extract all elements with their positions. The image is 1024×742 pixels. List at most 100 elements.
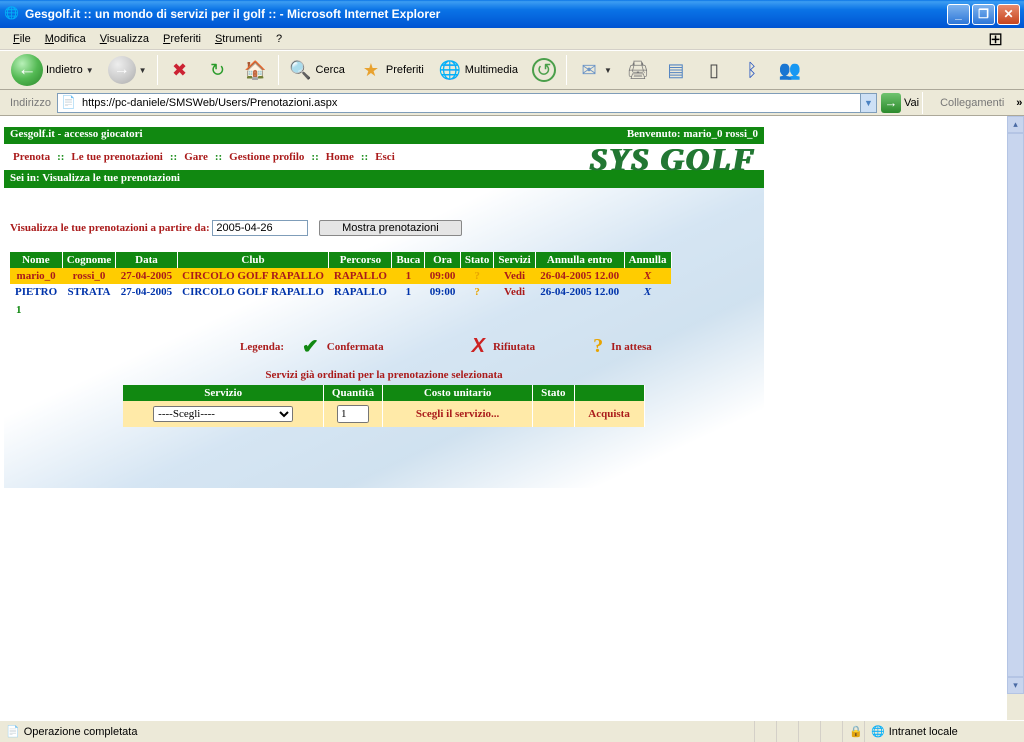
question-icon: ? (593, 335, 603, 358)
window-titlebar: 🌐 Gesgolf.it :: un mondo di servizi per … (0, 0, 1024, 28)
mail-dropdown-icon[interactable]: ▼ (604, 66, 612, 75)
nav-home[interactable]: Home (326, 151, 354, 163)
back-arrow-icon: ← (11, 54, 43, 86)
windows-logo-icon: ⊞ (988, 29, 1018, 49)
address-label: Indirizzo (4, 97, 57, 109)
vedi-link[interactable]: Vedi (494, 268, 535, 284)
acquista-link[interactable]: Acquista (574, 401, 644, 427)
menu-modifica[interactable]: Modifica (38, 31, 93, 47)
pager[interactable]: 1 (10, 300, 758, 320)
close-button[interactable]: ✕ (997, 4, 1020, 25)
status-empty-cell (776, 721, 798, 742)
table-row[interactable]: mario_0 rossi_0 27-04-2005 CIRCOLO GOLF … (10, 268, 671, 284)
nav-prenota[interactable]: Prenota (13, 151, 50, 163)
maximize-button[interactable]: ❐ (972, 4, 995, 25)
home-button[interactable]: 🏠 (238, 55, 274, 85)
scroll-thumb[interactable] (1007, 133, 1024, 677)
status-pending-icon: ? (460, 284, 493, 300)
header-left: Gesgolf.it - accesso giocatori (10, 128, 143, 143)
services-title: Servizi già ordinati per la prenotazione… (100, 369, 668, 381)
bluetooth-button[interactable]: ᛒ (734, 55, 770, 85)
legend-confermata: Confermata (327, 341, 384, 353)
star-icon: ★ (359, 58, 383, 82)
filter-label: Visualizza le tue prenotazioni a partire… (10, 222, 210, 234)
go-arrow-icon: → (881, 93, 901, 113)
vedi-link[interactable]: Vedi (494, 284, 535, 300)
messenger-icon: 👥 (778, 58, 802, 82)
messenger-button[interactable]: 👥 (772, 55, 808, 85)
address-input[interactable] (80, 96, 860, 110)
menu-strumenti[interactable]: Strumenti (208, 31, 269, 47)
window-title: Gesgolf.it :: un mondo di servizi per il… (25, 7, 440, 21)
links-chevron-icon[interactable]: » (1016, 97, 1022, 109)
col-annulla: Annulla (624, 252, 671, 268)
menu-bar: File Modifica Visualizza Preferiti Strum… (0, 28, 1024, 50)
page-icon: 📄 (61, 95, 77, 111)
mail-button[interactable]: ✉ ▼ (571, 55, 618, 85)
favorites-button[interactable]: ★ Preferiti (353, 55, 430, 85)
search-button[interactable]: 🔍 Cerca (283, 55, 351, 85)
legend: Legenda: ✔ Confermata X Rifiutata ? In a… (10, 334, 758, 359)
service-select[interactable]: ----Scegli---- (153, 406, 293, 422)
col-club: Club (177, 252, 329, 268)
print-icon: 🖨 (626, 58, 650, 82)
links-button[interactable]: Collegamenti (934, 95, 1010, 111)
forward-arrow-icon: → (108, 56, 136, 84)
search-icon: 🔍 (289, 58, 313, 82)
history-button[interactable]: ↺ (526, 55, 562, 85)
edit-icon: ▤ (664, 58, 688, 82)
quantity-input[interactable] (337, 405, 369, 423)
cancel-link[interactable]: X (624, 284, 671, 300)
zone-cell: 🌐 Intranet locale (864, 721, 1024, 742)
edit-button[interactable]: ▤ (658, 55, 694, 85)
status-empty-cell (820, 721, 842, 742)
page-icon: 📄 (6, 725, 20, 738)
menu-visualizza[interactable]: Visualizza (93, 31, 156, 47)
nav-le-tue-prenotazioni[interactable]: Le tue prenotazioni (71, 151, 162, 163)
print-button[interactable]: 🖨 (620, 55, 656, 85)
status-pending-icon: ? (460, 268, 493, 284)
vertical-scrollbar[interactable]: ▴ ▾ (1007, 116, 1024, 720)
minimize-button[interactable]: _ (947, 4, 970, 25)
ie-icon: 🌐 (4, 6, 20, 22)
multimedia-button[interactable]: 🌐 Multimedia (432, 55, 524, 85)
legend-label: Legenda: (240, 341, 284, 353)
cancel-link[interactable]: X (624, 268, 671, 284)
nav-gestione-profilo[interactable]: Gestione profilo (229, 151, 304, 163)
status-message: Operazione completata (24, 726, 138, 738)
menu-preferiti[interactable]: Preferiti (156, 31, 208, 47)
table-header-row: Nome Cognome Data Club Percorso Buca Ora… (10, 252, 671, 268)
forward-button[interactable]: → ▼ (102, 53, 153, 87)
mobile-button[interactable]: ▯ (696, 55, 732, 85)
address-dropdown-icon[interactable]: ▼ (860, 94, 876, 112)
address-box: 📄 ▼ (57, 93, 877, 113)
svc-col-action (574, 385, 644, 401)
scroll-up-icon[interactable]: ▴ (1007, 116, 1024, 133)
back-dropdown-icon[interactable]: ▼ (86, 66, 94, 75)
x-icon: X (472, 335, 485, 358)
bluetooth-icon: ᛒ (740, 58, 764, 82)
back-button[interactable]: ← Indietro ▼ (5, 51, 100, 89)
nav-gare[interactable]: Gare (184, 151, 208, 163)
forward-dropdown-icon[interactable]: ▼ (139, 66, 147, 75)
sys-golf-logo: SYS GOLF (590, 141, 756, 178)
filter-date-input[interactable] (212, 220, 308, 236)
refresh-button[interactable]: ↻ (200, 55, 236, 85)
col-percorso: Percorso (329, 252, 392, 268)
col-data: Data (116, 252, 177, 268)
menu-file[interactable]: File (6, 31, 38, 47)
lock-icon: 🔒 (849, 725, 863, 738)
show-bookings-button[interactable]: Mostra prenotazioni (319, 220, 462, 236)
col-nome: Nome (10, 252, 62, 268)
nav-esci[interactable]: Esci (375, 151, 395, 163)
go-button[interactable]: → Vai (881, 93, 919, 113)
stop-icon: ✖ (168, 58, 192, 82)
svc-stato-cell (533, 401, 574, 427)
check-icon: ✔ (302, 334, 319, 359)
scroll-down-icon[interactable]: ▾ (1007, 677, 1024, 694)
menu-help[interactable]: ? (269, 31, 289, 47)
browser-viewport: Gesgolf.it - accesso giocatori Benvenuto… (0, 116, 1024, 720)
stop-button[interactable]: ✖ (162, 55, 198, 85)
table-row[interactable]: PIETRO STRATA 27-04-2005 CIRCOLO GOLF RA… (10, 284, 671, 300)
services-table: Servizio Quantità Costo unitario Stato -… (123, 385, 644, 427)
